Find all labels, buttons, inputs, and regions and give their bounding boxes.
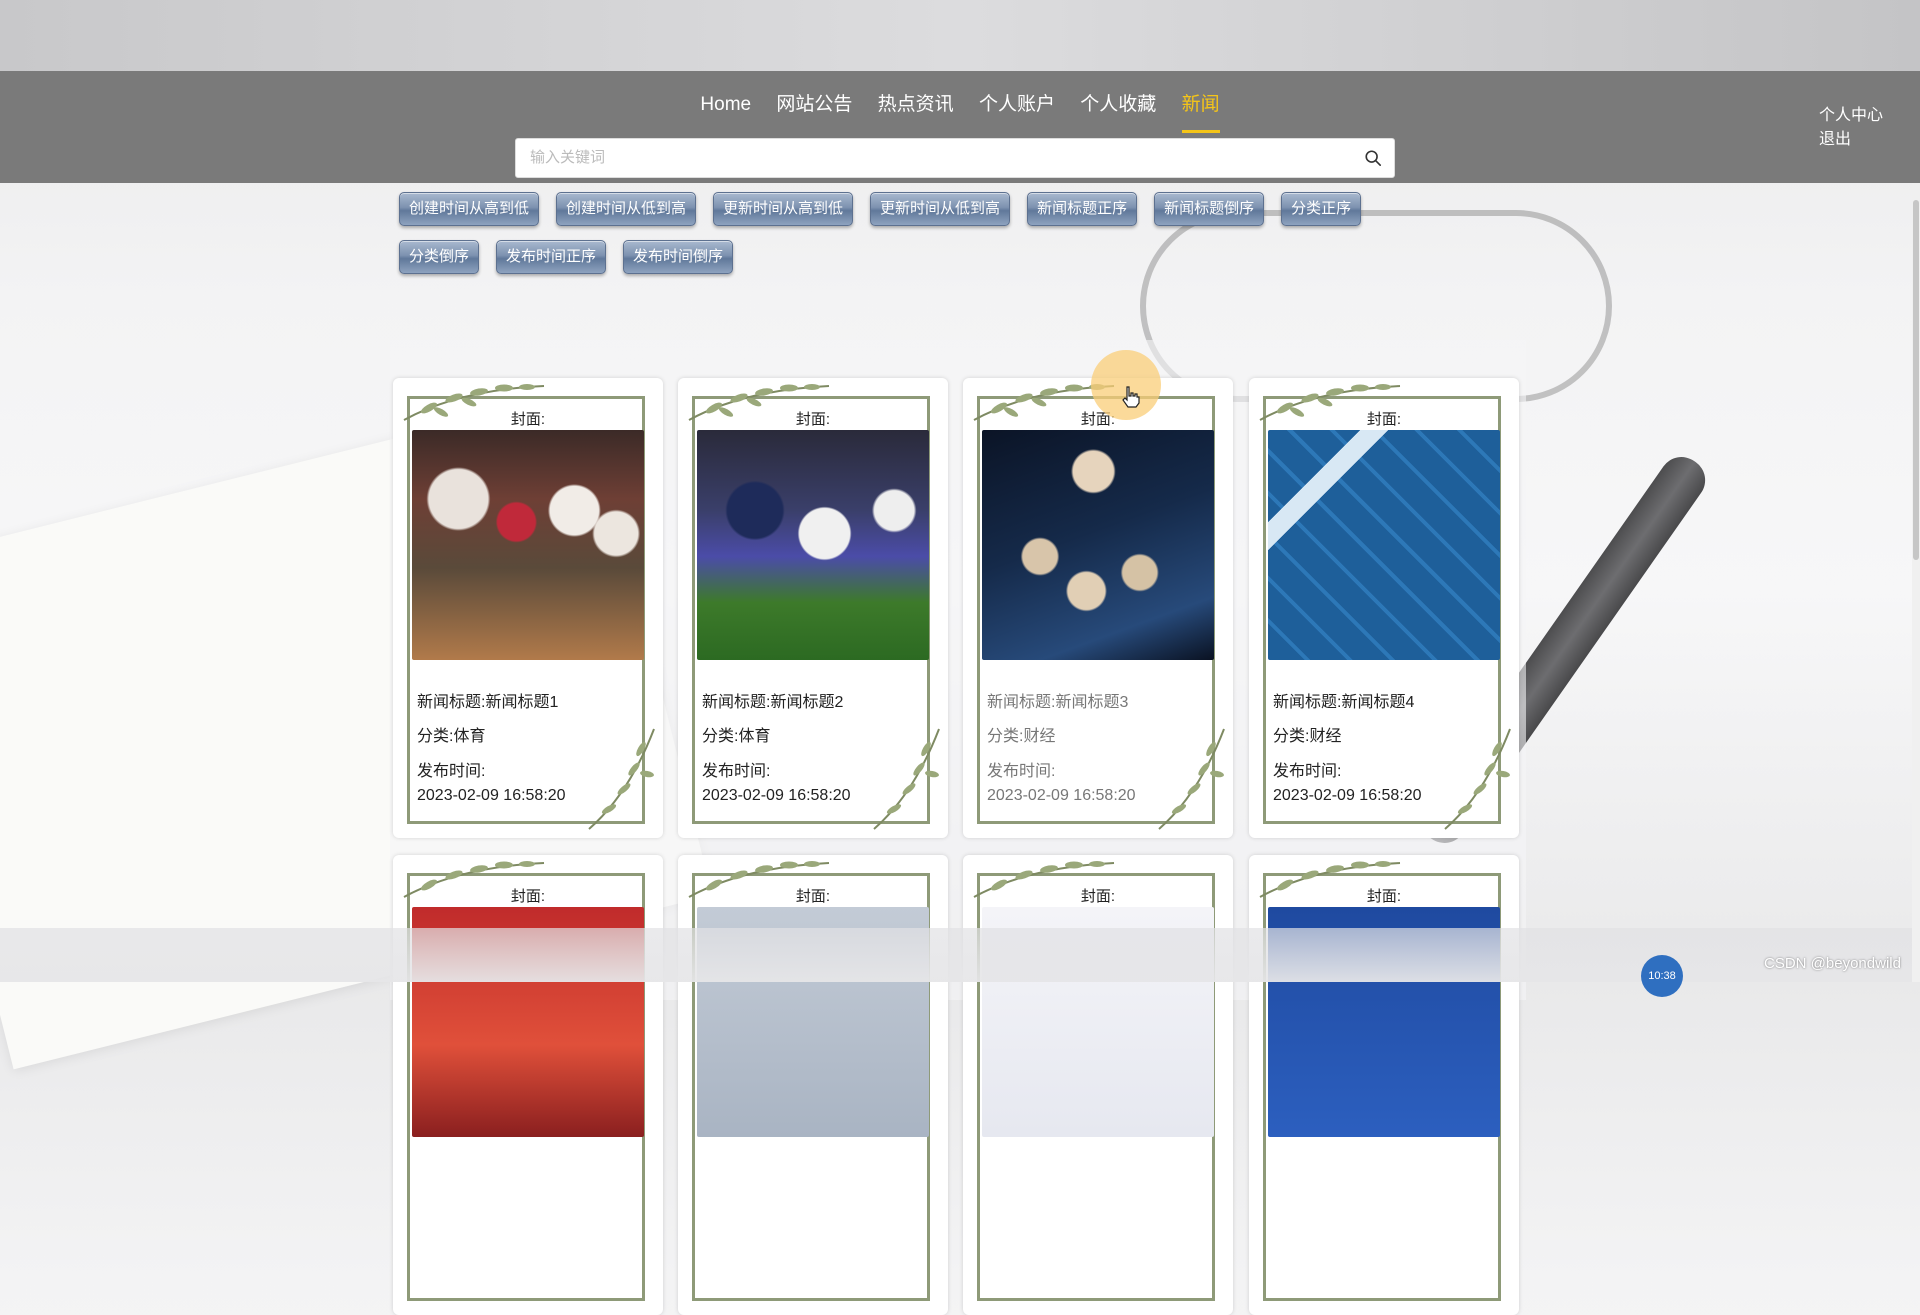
sort-created-asc-button[interactable]: 创建时间从低到高 bbox=[556, 192, 697, 226]
sort-created-desc-button[interactable]: 创建时间从高到低 bbox=[399, 192, 540, 226]
nav-hot-news[interactable]: 热点资讯 bbox=[878, 89, 954, 130]
publish-time: 2023-02-09 16:58:20 bbox=[1273, 787, 1422, 804]
sort-category-asc-button[interactable]: 分类正序 bbox=[1281, 192, 1362, 226]
cover-label: 封面: bbox=[1366, 888, 1402, 905]
leaf-decoration-icon bbox=[1158, 728, 1225, 830]
news-card[interactable]: 封面: bbox=[963, 855, 1233, 1315]
news-cover-image bbox=[982, 430, 1214, 660]
news-card[interactable]: 封面: bbox=[678, 855, 948, 1315]
main-nav: Home 网站公告 热点资讯 个人账户 个人收藏 新闻 bbox=[0, 89, 1920, 133]
sort-publish-desc-button[interactable]: 发布时间倒序 bbox=[623, 240, 734, 274]
publish-time-label: 发布时间: bbox=[1273, 763, 1342, 780]
cover-label: 封面: bbox=[1366, 411, 1402, 428]
news-category: 分类:财经 bbox=[987, 728, 1056, 745]
publish-time-label: 发布时间: bbox=[702, 763, 771, 780]
news-category: 分类:体育 bbox=[702, 728, 771, 745]
sort-title-asc-button[interactable]: 新闻标题正序 bbox=[1027, 192, 1138, 226]
cover-label: 封面: bbox=[510, 411, 546, 428]
leaf-decoration-icon bbox=[588, 728, 655, 830]
logout-link[interactable]: 退出 bbox=[1819, 128, 1883, 152]
news-card[interactable]: 封面: 新闻标题:新闻标题1 分类:体育 发布时间: 2023-02-09 16… bbox=[393, 378, 663, 838]
news-card[interactable]: 封面: bbox=[393, 855, 663, 1315]
sort-toolbar: 创建时间从高到低 创建时间从低到高 更新时间从高到低 更新时间从低到高 新闻标题正序 新闻… bbox=[399, 192, 1459, 288]
user-menu: 个人中心 退出 bbox=[1819, 104, 1883, 152]
news-card[interactable]: 封面: 新闻标题:新闻标题3 分类:财经 发布时间: 2023-02-09 16… bbox=[963, 378, 1233, 838]
cover-label: 封面: bbox=[795, 888, 831, 905]
cover-label: 封面: bbox=[795, 411, 831, 428]
news-category: 分类:财经 bbox=[1273, 728, 1342, 745]
search-icon[interactable] bbox=[1364, 149, 1382, 167]
card-info: 新闻标题:新闻标题3 分类:财经 发布时间: 2023-02-09 16:58:… bbox=[987, 686, 1136, 808]
hand-cursor-icon bbox=[1122, 386, 1140, 408]
news-category: 分类:体育 bbox=[417, 728, 486, 745]
news-title: 新闻标题:新闻标题4 bbox=[1273, 694, 1415, 711]
cover-label: 封面: bbox=[1080, 411, 1116, 428]
news-card[interactable]: 封面: bbox=[1249, 855, 1519, 1315]
nav-home[interactable]: Home bbox=[700, 94, 751, 130]
cover-label: 封面: bbox=[1080, 888, 1116, 905]
sort-updated-asc-button[interactable]: 更新时间从低到高 bbox=[870, 192, 1011, 226]
news-cover-image bbox=[412, 430, 644, 660]
publish-time: 2023-02-09 16:58:20 bbox=[702, 787, 851, 804]
card-info: 新闻标题:新闻标题2 分类:体育 发布时间: 2023-02-09 16:58:… bbox=[702, 686, 851, 808]
background-bottom-overlay bbox=[0, 928, 1920, 982]
card-info: 新闻标题:新闻标题1 分类:体育 发布时间: 2023-02-09 16:58:… bbox=[417, 686, 566, 808]
news-title: 新闻标题:新闻标题3 bbox=[987, 694, 1129, 711]
news-cover-image bbox=[697, 430, 929, 660]
search-input[interactable] bbox=[516, 139, 1350, 175]
publish-time-label: 发布时间: bbox=[417, 763, 486, 780]
publish-time-label: 发布时间: bbox=[987, 763, 1056, 780]
publish-time: 2023-02-09 16:58:20 bbox=[987, 787, 1136, 804]
nav-announcements[interactable]: 网站公告 bbox=[776, 89, 852, 130]
watermark-text: CSDN @beyondwild bbox=[1764, 955, 1901, 972]
search-bar bbox=[515, 138, 1395, 178]
nav-news[interactable]: 新闻 bbox=[1181, 89, 1220, 133]
background-top bbox=[0, 0, 1920, 72]
top-header: Home 网站公告 热点资讯 个人账户 个人收藏 新闻 个人中心 退出 bbox=[0, 71, 1920, 183]
news-card[interactable]: 封面: 新闻标题:新闻标题4 分类:财经 发布时间: 2023-02-09 16… bbox=[1249, 378, 1519, 838]
scrollbar-thumb[interactable] bbox=[1913, 200, 1919, 560]
news-title: 新闻标题:新闻标题2 bbox=[702, 694, 844, 711]
cover-label: 封面: bbox=[510, 888, 546, 905]
sort-title-desc-button[interactable]: 新闻标题倒序 bbox=[1154, 192, 1265, 226]
leaf-decoration-icon bbox=[873, 728, 940, 830]
news-title: 新闻标题:新闻标题1 bbox=[417, 694, 559, 711]
leaf-decoration-icon bbox=[1444, 728, 1511, 830]
card-info: 新闻标题:新闻标题4 分类:财经 发布时间: 2023-02-09 16:58:… bbox=[1273, 686, 1422, 808]
nav-account[interactable]: 个人账户 bbox=[979, 89, 1055, 130]
nav-favorites[interactable]: 个人收藏 bbox=[1080, 89, 1156, 130]
user-center-link[interactable]: 个人中心 bbox=[1819, 104, 1883, 128]
sort-publish-asc-button[interactable]: 发布时间正序 bbox=[496, 240, 607, 274]
news-cover-image bbox=[1268, 430, 1500, 660]
sort-updated-desc-button[interactable]: 更新时间从高到低 bbox=[713, 192, 854, 226]
news-card[interactable]: 封面: 新闻标题:新闻标题2 分类:体育 发布时间: 2023-02-09 16… bbox=[678, 378, 948, 838]
publish-time: 2023-02-09 16:58:20 bbox=[417, 787, 566, 804]
sort-category-desc-button[interactable]: 分类倒序 bbox=[399, 240, 480, 274]
clock-badge: 10:38 bbox=[1641, 955, 1683, 997]
